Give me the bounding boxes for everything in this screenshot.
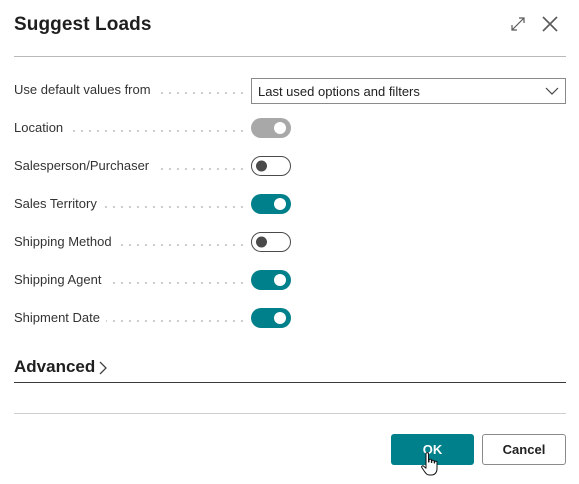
shipping-method-toggle[interactable] — [251, 232, 291, 252]
shipping-agent-toggle[interactable] — [251, 270, 291, 290]
default-values-select[interactable]: Last used options and filters — [251, 78, 566, 104]
salesperson-toggle[interactable] — [251, 156, 291, 176]
advanced-section-toggle[interactable]: Advanced — [14, 357, 108, 377]
field-row-salesperson: Salesperson/Purchaser — [14, 154, 566, 180]
sales-territory-toggle[interactable] — [251, 194, 291, 214]
close-icon[interactable] — [538, 12, 562, 36]
cancel-button[interactable]: Cancel — [482, 434, 566, 465]
default-values-selected: Last used options and filters — [258, 84, 420, 99]
advanced-divider — [14, 382, 566, 383]
advanced-label: Advanced — [14, 357, 96, 376]
toggle-knob — [274, 274, 286, 286]
ok-button[interactable]: OK — [391, 434, 474, 465]
field-row-sales-territory: Sales Territory — [14, 192, 566, 218]
sales-territory-label: Sales Territory — [14, 196, 103, 211]
toggle-knob — [256, 160, 267, 172]
toggle-knob — [256, 236, 267, 248]
field-row-default-values: Use default values from Last used option… — [14, 78, 566, 104]
field-row-shipping-agent: Shipping Agent — [14, 268, 566, 294]
field-row-shipping-method: Shipping Method — [14, 230, 566, 256]
dialog-title: Suggest Loads — [14, 14, 152, 35]
shipping-method-label: Shipping Method — [14, 234, 118, 249]
expand-diagonal-icon[interactable] — [506, 12, 530, 36]
footer-divider — [14, 413, 566, 414]
chevron-right-icon — [99, 361, 108, 374]
toggle-knob — [274, 312, 286, 324]
location-label: Location — [14, 120, 70, 135]
field-row-location: Location — [14, 116, 566, 142]
default-values-label: Use default values from — [14, 82, 157, 97]
shipment-date-label: Shipment Date — [14, 310, 106, 325]
suggest-loads-dialog: Suggest Loads Use default values from La… — [0, 0, 579, 484]
toggle-knob — [274, 198, 286, 210]
header-divider — [14, 56, 566, 57]
shipping-agent-label: Shipping Agent — [14, 272, 108, 287]
toggle-knob — [274, 122, 286, 134]
chevron-down-icon — [545, 87, 559, 95]
location-toggle[interactable] — [251, 118, 291, 138]
field-row-shipment-date: Shipment Date — [14, 306, 566, 332]
salesperson-label: Salesperson/Purchaser — [14, 158, 156, 173]
shipment-date-toggle[interactable] — [251, 308, 291, 328]
